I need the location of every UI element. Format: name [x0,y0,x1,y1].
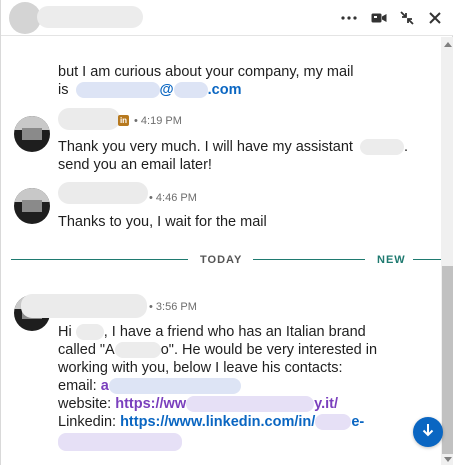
message-line: called "A [58,342,115,358]
redacted-website [186,396,315,413]
message-thread[interactable]: but I am curious about your company, my … [1,37,441,465]
today-label: TODAY [200,254,243,266]
video-camera-icon [371,12,387,24]
linkedin-label: Linkedin: [58,414,117,430]
website-link[interactable]: https://ww [115,396,186,412]
redacted-email-user [75,82,160,99]
sender-name-redacted[interactable] [21,294,147,318]
message-body: email: a [58,377,241,395]
message-line: working with you, below I leave his cont… [58,360,343,376]
website-label: website: [58,396,112,412]
today-divider-left [11,259,188,260]
conversation-header [1,0,453,36]
message-body: called "A o". He would be very interested… [58,341,377,359]
jump-to-latest-button[interactable] [413,417,443,447]
message-line-tail: . [403,139,409,155]
message-body: website: https://ww y.it/ [58,395,338,413]
redacted-linkedin [315,414,352,431]
sender-name-redacted[interactable] [58,108,120,130]
video-call-button[interactable] [367,6,391,30]
more-horizontal-icon [341,16,357,20]
redacted-brand [114,342,161,359]
message-body: is @ .com [58,81,242,99]
email-label: email: [58,378,97,394]
redacted-name [75,324,104,341]
close-x-icon [428,11,442,25]
sender-name-redacted[interactable] [58,182,148,204]
message-body: Thanks to you, I wait for the mail [58,213,267,231]
website-link-end[interactable]: y.it/ [314,396,338,412]
more-options-button[interactable] [337,6,361,30]
close-button[interactable] [423,6,447,30]
message-line: Thanks to you, I wait for the mail [58,214,267,230]
linkedin-link-end[interactable]: e- [351,414,364,430]
message-body: Thank you very much. I will have my assi… [58,138,408,156]
redacted-email [108,378,241,395]
message-line: , I have a friend who has an Italian bra… [103,324,366,340]
message-body: send you an email later! [58,156,212,174]
message-body: Hi , I have a friend who has an Italian … [58,323,366,341]
contact-name-redacted[interactable] [37,6,143,28]
message-timestamp: • 4:46 PM [149,192,197,204]
linkedin-badge-icon: in [118,115,129,126]
redacted-assistant-name [359,139,404,156]
messaging-window: but I am curious about your company, my … [0,0,453,465]
new-label: NEW [377,254,406,266]
message-line: Hi [58,324,72,340]
message-line: o". He would be very interested in [160,342,378,358]
scroll-down-arrow[interactable] [444,457,452,462]
new-divider-right [413,259,441,260]
collapse-arrows-icon [399,10,415,26]
scroll-up-arrow[interactable] [444,42,452,47]
today-divider-right [253,259,365,260]
sender-avatar[interactable] [14,116,50,152]
minimize-button[interactable] [395,6,419,30]
sender-avatar[interactable] [14,188,50,224]
linkedin-link[interactable]: https://www.linkedin.com/in/ [120,414,315,430]
email-link-tld[interactable]: .com [208,82,242,98]
message-body: but I am curious about your company, my … [58,63,354,81]
scrollbar-thumb[interactable] [442,266,453,454]
message-line: is [58,82,69,98]
redacted-email-domain [173,82,208,99]
arrow-down-icon [422,423,434,442]
email-link[interactable]: a [101,378,109,394]
message-line: send you an email later! [58,157,212,173]
message-timestamp: • 4:19 PM [134,115,182,127]
message-timestamp: • 3:56 PM [149,301,197,313]
email-link-at[interactable]: @ [160,82,174,98]
message-body: working with you, below I leave his cont… [58,359,343,377]
message-body: Linkedin: https://www.linkedin.com/in/e- [58,413,364,431]
redacted-linkedin-continued [58,433,182,451]
message-line: Thank you very much. I will have my assi… [58,139,353,155]
message-line: but I am curious about your company, my … [58,64,354,80]
